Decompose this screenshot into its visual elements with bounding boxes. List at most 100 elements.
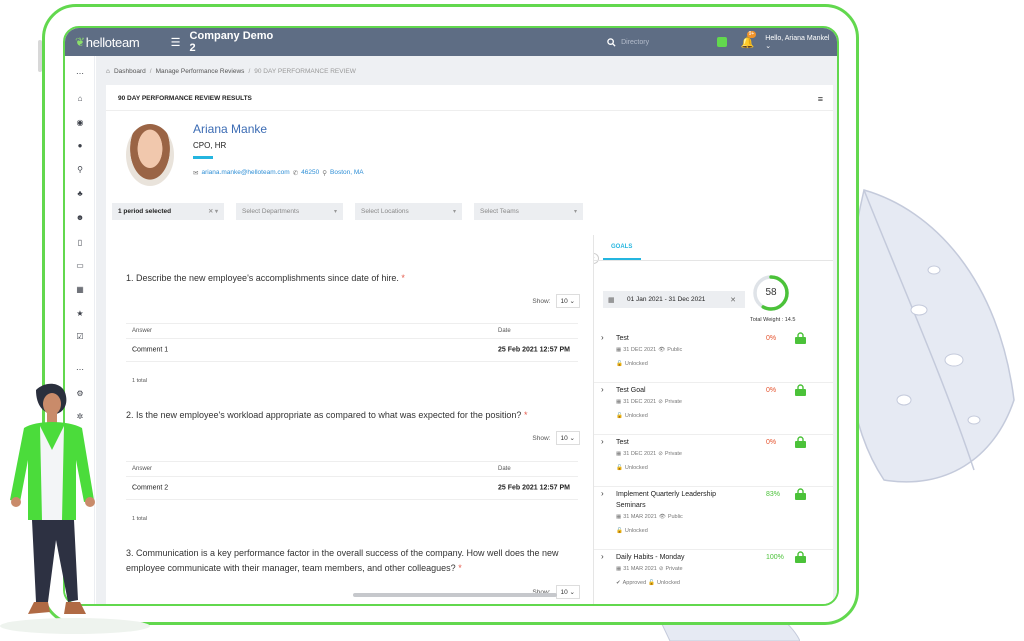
goal-meta: ▦ 31 DEC 2021 👁 Public bbox=[616, 347, 682, 353]
profile-phone[interactable]: 46250 bbox=[301, 169, 319, 177]
id-card-icon[interactable]: ▭ bbox=[74, 260, 86, 272]
eye-slash-icon: ⊘ bbox=[658, 451, 663, 457]
notifications-bell-icon[interactable]: 🔔 9+ bbox=[741, 30, 757, 49]
horizontal-scrollbar[interactable] bbox=[353, 593, 557, 597]
score-value: 58 bbox=[765, 287, 777, 298]
org-chart-icon[interactable]: ♣ bbox=[74, 188, 86, 200]
page-size-value: 10 bbox=[560, 589, 568, 596]
date-range-picker[interactable]: ▦ 01 Jan 2021 - 31 Dec 2021 ✕ bbox=[603, 291, 745, 308]
goal-percent: 0% bbox=[766, 439, 777, 446]
locations-filter[interactable]: Select Locations ▾ bbox=[355, 203, 462, 220]
profile-name[interactable]: Ariana Manke bbox=[193, 122, 267, 136]
user-icon[interactable]: ● bbox=[74, 140, 86, 152]
question-1-text: 1. Describe the new employee's accomplis… bbox=[126, 273, 399, 283]
profile-email[interactable]: ariana.manke@helloteam.com bbox=[201, 169, 289, 177]
goal-meta: ▦ 31 MAR 2021 ⊘ Private bbox=[616, 566, 683, 572]
chevron-right-icon[interactable]: › bbox=[601, 489, 604, 498]
goal-meta: ▦ 31 MAR 2021 👁 Public bbox=[616, 514, 683, 520]
company-name[interactable]: Company Demo 2 bbox=[190, 30, 283, 54]
calendar-icon: ▦ bbox=[616, 347, 622, 353]
more-dots-icon-2[interactable]: ⋯ bbox=[74, 364, 86, 376]
unlock-icon: 🔓 bbox=[616, 361, 623, 367]
logo-leaf-icon: ❦ bbox=[75, 35, 85, 49]
apps-icon[interactable] bbox=[716, 37, 727, 47]
dashboard-icon[interactable]: ◉ bbox=[74, 117, 86, 129]
page-size-dropdown[interactable]: 10 ⌄ bbox=[555, 431, 580, 445]
collapse-panel-button[interactable]: › bbox=[594, 253, 599, 264]
phone-icon: ✆ bbox=[292, 170, 299, 177]
required-marker: * bbox=[458, 563, 462, 573]
goal-item[interactable]: › Test ▦ 31 DEC 2021 👁 Public 🔓 Unlocked 0% bbox=[594, 331, 833, 383]
goal-status: 🔓 Unlocked bbox=[616, 413, 648, 419]
team-icon[interactable]: ☻ bbox=[74, 212, 86, 224]
goal-title: Test bbox=[616, 439, 629, 446]
document-icon[interactable]: ▯ bbox=[74, 237, 86, 249]
page-size-dropdown[interactable]: 10 ⌄ bbox=[555, 294, 580, 308]
profile-accent-line bbox=[193, 156, 213, 159]
goal-title: Implement Quarterly Leadership Seminars bbox=[616, 491, 716, 509]
logo-text: helloteam bbox=[85, 34, 140, 50]
breadcrumb-manage-reviews[interactable]: Manage Performance Reviews bbox=[156, 68, 245, 75]
app-screen: ❦ helloteam ☰ Company Demo 2 Directory 🔔 9… bbox=[63, 26, 839, 606]
goal-item[interactable]: › Test Goal ▦ 31 DEC 2021 ⊘ Private 🔓 Unlock… bbox=[594, 383, 833, 435]
chevron-right-icon[interactable]: › bbox=[601, 552, 604, 561]
answer-cell: Comment 2 bbox=[132, 484, 169, 492]
goal-visibility: Private bbox=[664, 399, 682, 405]
goal-title: Test bbox=[616, 335, 629, 342]
card-menu-icon[interactable]: ≡ bbox=[818, 94, 823, 104]
period-filter[interactable]: 1 period selected ✕ ▾ bbox=[112, 203, 224, 220]
page-size-dropdown[interactable]: 10 ⌄ bbox=[555, 585, 580, 599]
goal-status-text: Unlocked bbox=[624, 528, 648, 534]
total-count: 1 total bbox=[132, 516, 147, 522]
goal-date: 31 DEC 2021 bbox=[623, 347, 657, 353]
teams-filter[interactable]: Select Teams ▾ bbox=[474, 203, 583, 220]
menu-toggle-icon[interactable]: ☰ bbox=[171, 36, 181, 49]
calendar-icon[interactable]: ▦ bbox=[74, 284, 86, 296]
breadcrumb-separator: / bbox=[248, 68, 251, 75]
chevron-right-icon[interactable]: › bbox=[601, 437, 604, 446]
unlock-icon: 🔓 bbox=[616, 528, 623, 534]
chevron-right-icon[interactable]: › bbox=[601, 333, 604, 342]
chevron-down-icon: ▾ bbox=[452, 209, 456, 215]
clear-date-icon[interactable]: ✕ bbox=[730, 296, 736, 304]
goal-status: ✔ Approved 🔓 Unlocked bbox=[616, 580, 680, 586]
directory-search[interactable]: Directory bbox=[607, 37, 717, 47]
show-label: Show: bbox=[532, 434, 551, 442]
calendar-icon: ▦ bbox=[608, 296, 615, 304]
chevron-right-icon[interactable]: › bbox=[601, 385, 604, 394]
weight-lock-icon bbox=[795, 488, 806, 500]
goal-status-text: Unlocked bbox=[624, 465, 648, 471]
eye-slash-icon: ⊘ bbox=[658, 399, 663, 405]
user-menu[interactable]: Hello, Ariana Mankel ⌄ bbox=[765, 35, 837, 50]
home-icon[interactable]: ⌂ bbox=[74, 93, 86, 105]
page-size-value: 10 bbox=[560, 435, 568, 442]
location-pin-icon[interactable]: ⚲ bbox=[74, 164, 86, 176]
profile-location[interactable]: Boston, MA bbox=[330, 169, 364, 177]
departments-filter[interactable]: Select Departments ▾ bbox=[236, 203, 343, 220]
goal-status: 🔓 Unlocked bbox=[616, 465, 648, 471]
breadcrumb-dashboard[interactable]: Dashboard bbox=[114, 68, 146, 75]
app-logo[interactable]: ❦ helloteam bbox=[65, 35, 157, 50]
goal-date: 31 MAR 2021 bbox=[623, 566, 657, 572]
goal-item[interactable]: › Daily Habits - Monday ▦ 31 MAR 2021 ⊘ Pri… bbox=[594, 550, 833, 602]
search-placeholder: Directory bbox=[621, 38, 650, 46]
goal-item[interactable]: › Test ▦ 31 DEC 2021 ⊘ Private 🔓 Unlocked 0% bbox=[594, 435, 833, 487]
divider bbox=[106, 110, 833, 111]
tab-goals[interactable]: GOALS bbox=[611, 244, 632, 250]
goal-meta: ▦ 31 DEC 2021 ⊘ Private bbox=[616, 451, 682, 457]
goal-item[interactable]: › Implement Quarterly Leadership Seminar… bbox=[594, 487, 833, 550]
star-icon[interactable]: ★ bbox=[74, 308, 86, 320]
show-label: Show: bbox=[532, 297, 551, 305]
clear-and-caret-icon[interactable]: ✕ ▾ bbox=[208, 208, 218, 215]
goal-status: 🔓 Unlocked bbox=[616, 528, 648, 534]
goal-approved: Approved bbox=[622, 580, 647, 586]
answers-table-header: Answer Date bbox=[126, 461, 578, 477]
goal-visibility: Public bbox=[667, 347, 683, 353]
chevron-down-icon: ▾ bbox=[333, 209, 337, 215]
more-dots-icon[interactable]: ⋯ bbox=[74, 68, 86, 80]
home-icon[interactable]: ⌂ bbox=[106, 68, 110, 75]
goal-percent: 83% bbox=[766, 491, 781, 498]
checklist-icon[interactable]: ☑ bbox=[74, 331, 86, 343]
question-3-text: 3. Communication is a key performance fa… bbox=[126, 548, 559, 573]
search-icon bbox=[607, 37, 616, 47]
